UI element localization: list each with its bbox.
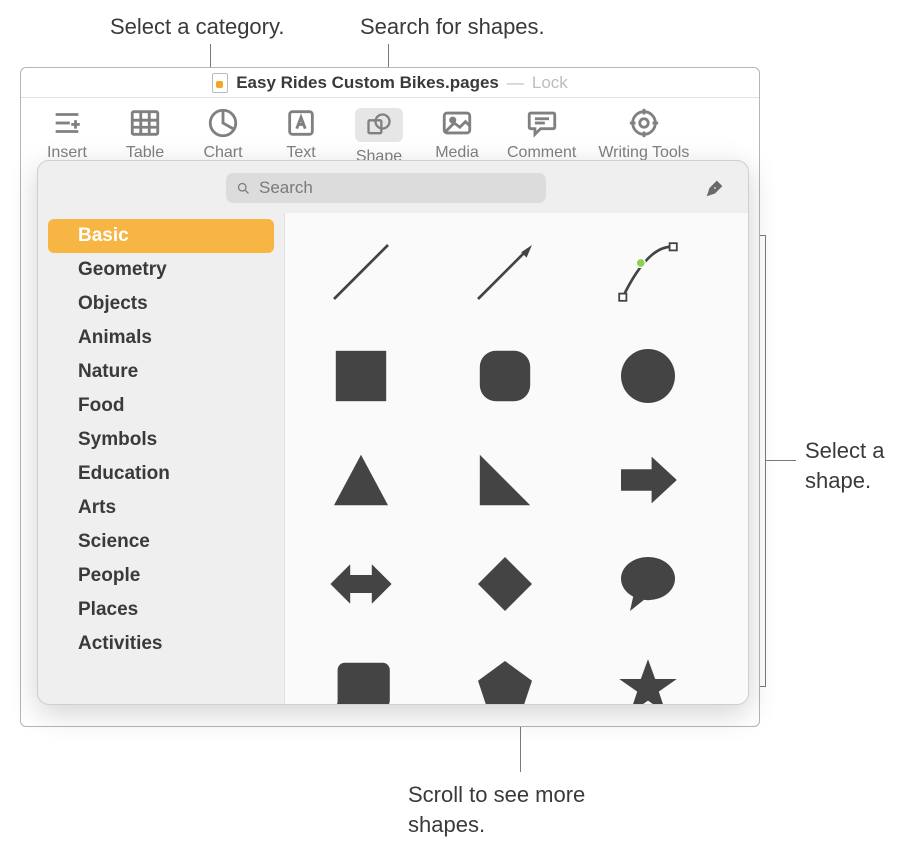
sidebar-item-food[interactable]: Food — [38, 389, 284, 423]
document-title: Easy Rides Custom Bikes.pages — [236, 73, 499, 93]
sidebar-item-objects[interactable]: Objects — [38, 287, 284, 321]
sidebar-item-symbols[interactable]: Symbols — [38, 423, 284, 457]
table-button[interactable]: Table — [117, 108, 173, 162]
search-icon — [236, 181, 251, 196]
chart-icon — [206, 108, 240, 138]
shape-rounded-square[interactable] — [465, 341, 545, 411]
shape-speech-bubble[interactable] — [608, 549, 688, 619]
shape-square[interactable] — [321, 341, 401, 411]
sidebar-item-basic[interactable]: Basic — [48, 219, 274, 253]
callout-search: Search for shapes. — [360, 12, 545, 42]
sidebar-item-geometry[interactable]: Geometry — [38, 253, 284, 287]
sidebar-item-arts[interactable]: Arts — [38, 491, 284, 525]
shape-grid — [285, 213, 748, 704]
shape-arrow-right[interactable] — [608, 445, 688, 515]
pen-icon — [704, 177, 726, 199]
shape-arrow-line[interactable] — [465, 237, 545, 307]
comment-icon — [525, 108, 559, 138]
shape-circle[interactable] — [608, 341, 688, 411]
shape-pentagon[interactable] — [465, 653, 545, 704]
sidebar-item-animals[interactable]: Animals — [38, 321, 284, 355]
document-icon — [212, 73, 228, 93]
search-placeholder: Search — [259, 178, 313, 198]
sidebar-item-activities[interactable]: Activities — [38, 627, 284, 661]
sidebar-item-nature[interactable]: Nature — [38, 355, 284, 389]
insert-icon — [50, 108, 84, 138]
popover-header: Search — [38, 161, 748, 213]
titlebar: Easy Rides Custom Bikes.pages — Lock — [21, 68, 759, 98]
shape-grid-container[interactable] — [284, 213, 748, 704]
text-button[interactable]: Text — [273, 108, 329, 162]
pen-tool-button[interactable] — [700, 175, 730, 201]
callout-scroll: Scroll to see more shapes. — [408, 780, 608, 839]
search-input[interactable]: Search — [226, 173, 546, 203]
shape-right-triangle[interactable] — [465, 445, 545, 515]
sidebar-item-education[interactable]: Education — [38, 457, 284, 491]
insert-button[interactable]: Insert — [39, 108, 95, 162]
shape-diamond[interactable] — [465, 549, 545, 619]
shape-star[interactable] — [608, 653, 688, 704]
chart-button[interactable]: Chart — [195, 108, 251, 162]
writing-tools-button[interactable]: Writing Tools — [598, 108, 689, 162]
shape-button[interactable]: Shape — [351, 108, 407, 166]
sidebar-item-places[interactable]: Places — [38, 593, 284, 627]
callout-category: Select a category. — [110, 12, 284, 42]
shape-popover: Search BasicGeometryObjectsAnimalsNature… — [37, 160, 749, 705]
shape-double-arrow[interactable] — [321, 549, 401, 619]
callout-select-shape: Select a shape. — [805, 436, 912, 495]
lock-status: Lock — [532, 73, 568, 93]
callout-line — [766, 460, 796, 461]
writing-tools-icon — [627, 108, 661, 138]
media-button[interactable]: Media — [429, 108, 485, 162]
table-icon — [128, 108, 162, 138]
sidebar-item-people[interactable]: People — [38, 559, 284, 593]
shape-triangle[interactable] — [321, 445, 401, 515]
shape-curve[interactable] — [608, 237, 688, 307]
shape-line[interactable] — [321, 237, 401, 307]
sidebar-item-science[interactable]: Science — [38, 525, 284, 559]
text-icon — [284, 108, 318, 138]
media-icon — [440, 108, 474, 138]
shape-callout-square[interactable] — [321, 653, 401, 704]
category-sidebar: BasicGeometryObjectsAnimalsNatureFoodSym… — [38, 213, 284, 704]
shape-icon — [355, 108, 403, 142]
comment-button[interactable]: Comment — [507, 108, 576, 162]
